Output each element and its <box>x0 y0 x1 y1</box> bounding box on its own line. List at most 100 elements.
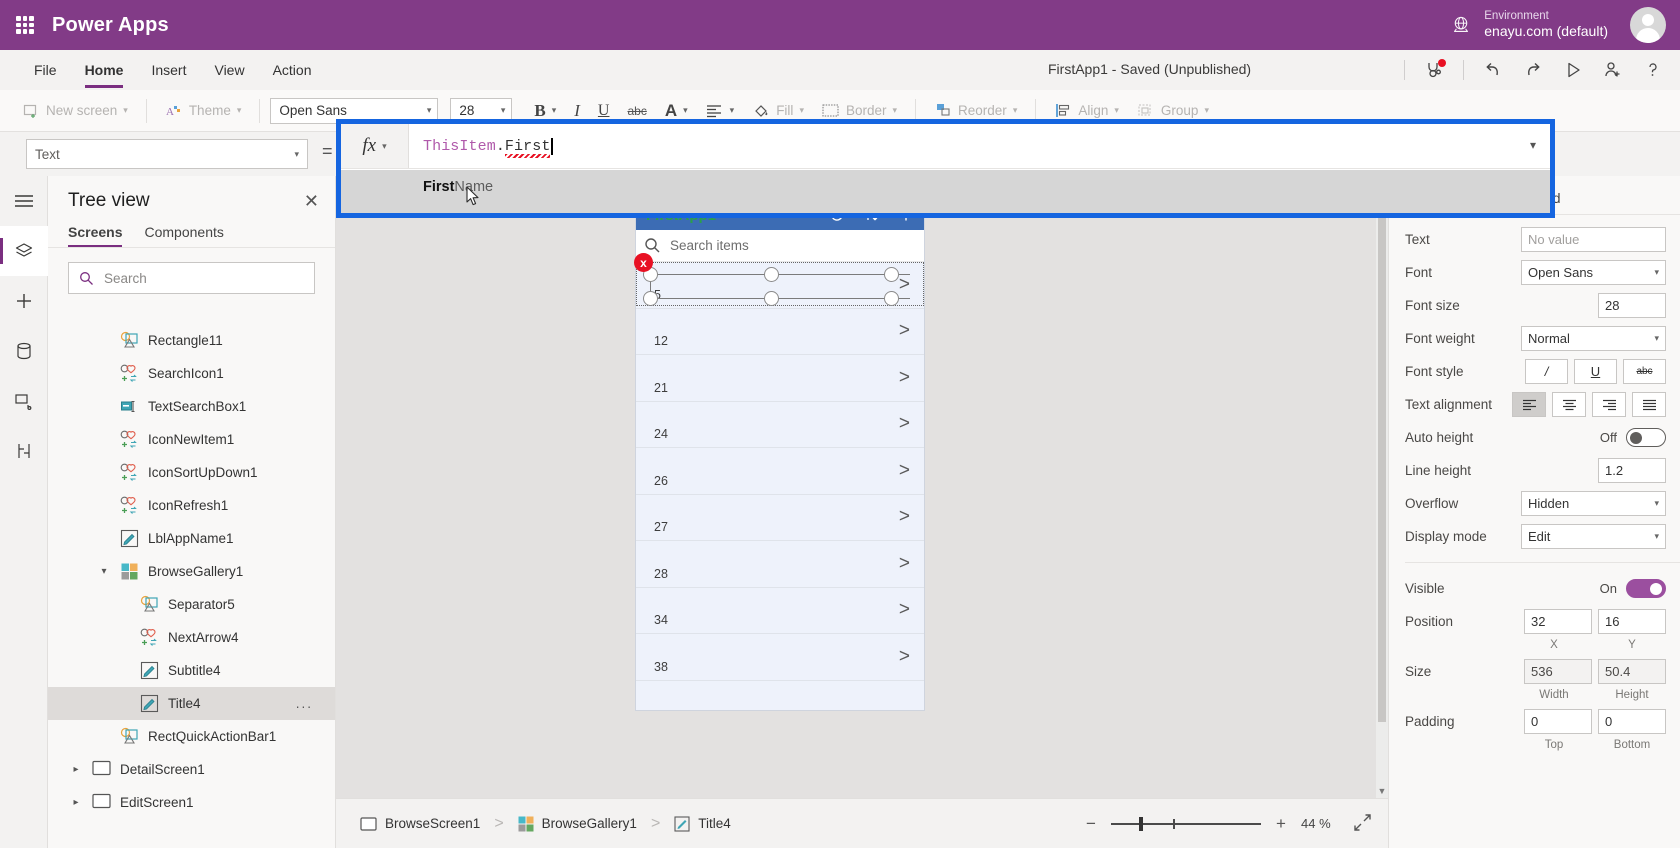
align-center-button[interactable] <box>1552 392 1586 417</box>
next-arrow-icon[interactable]: > <box>899 599 910 621</box>
next-arrow-icon[interactable]: > <box>899 506 910 528</box>
help-icon[interactable] <box>1634 54 1672 86</box>
scroll-down-arrow-icon[interactable]: ▼ <box>1376 786 1388 796</box>
tree-view-layers-icon[interactable] <box>0 226 48 276</box>
tree-item-nextarrow4[interactable]: NextArrow4 <box>48 621 335 654</box>
tree-item-lblappname1[interactable]: LblAppName1 <box>48 522 335 555</box>
phone-preview[interactable]: FirstApp1 <box>634 200 924 710</box>
gallery-row[interactable]: 24 > <box>636 402 924 448</box>
menu-home[interactable]: Home <box>73 56 136 88</box>
padding-top-field[interactable]: 0 <box>1524 709 1592 734</box>
gallery-search-box[interactable]: Search items <box>636 230 924 262</box>
gallery-row[interactable]: 26 > <box>636 448 924 495</box>
tree-item-title4[interactable]: Title4... <box>48 687 335 720</box>
scrollbar-thumb[interactable] <box>1378 192 1386 722</box>
breadcrumb-browsescreen1[interactable]: BrowseScreen1 <box>346 799 494 848</box>
tree-item-rectangle11[interactable]: Rectangle11 <box>48 324 335 357</box>
next-arrow-icon[interactable]: > <box>899 320 910 342</box>
menu-insert[interactable]: Insert <box>139 56 198 84</box>
share-user-icon[interactable] <box>1594 54 1632 86</box>
next-arrow-icon[interactable]: > <box>899 646 910 668</box>
gallery-row[interactable]: 27 > <box>636 495 924 541</box>
menu-view[interactable]: View <box>202 56 256 84</box>
undo-icon[interactable] <box>1474 54 1512 86</box>
tab-screens[interactable]: Screens <box>68 224 123 247</box>
tree-item-editscreen1[interactable]: ▸ EditScreen1 <box>48 786 335 819</box>
theme-button[interactable]: A Theme ▾ <box>157 98 250 124</box>
suggestion-firstname[interactable]: First Name <box>341 170 1550 204</box>
slider-thumb[interactable] <box>1139 816 1143 831</box>
formula-input[interactable]: ThisItem. First <box>409 124 1550 168</box>
tree-item-separator5[interactable]: Separator5 <box>48 588 335 621</box>
gallery-row[interactable]: 38 > <box>636 634 924 681</box>
tree-item-searchicon1[interactable]: SearchIcon1 <box>48 357 335 390</box>
text-value-field[interactable]: No value <box>1521 227 1666 252</box>
size-width-field[interactable]: 536 <box>1524 659 1592 684</box>
font-select[interactable]: Open Sans ▾ <box>1521 260 1666 285</box>
next-arrow-icon[interactable]: > <box>899 553 910 575</box>
formula-expand-chevron-icon[interactable]: ▾ <box>1530 138 1536 152</box>
redo-icon[interactable] <box>1514 54 1552 86</box>
tree-item-more-button[interactable]: ... <box>296 696 313 711</box>
breadcrumb-browsegallery1[interactable]: BrowseGallery1 <box>504 799 651 848</box>
tree-item-browsegallery1[interactable]: ▾ BrowseGallery1 <box>48 555 335 588</box>
auto-height-toggle[interactable] <box>1626 428 1666 447</box>
environment-area[interactable]: Environment enayu.com (default) <box>1450 7 1680 43</box>
data-cylinder-icon[interactable] <box>0 326 48 376</box>
font-size-field[interactable]: 28 <box>1598 293 1666 318</box>
tree-item-iconsortupdown1[interactable]: IconSortUpDown1 <box>48 456 335 489</box>
overflow-select[interactable]: Hidden ▾ <box>1521 491 1666 516</box>
position-y-field[interactable]: 16 <box>1598 609 1666 634</box>
media-icon[interactable] <box>0 376 48 426</box>
tree-item-detailscreen1[interactable]: ▸ DetailScreen1 <box>48 753 335 786</box>
tab-components[interactable]: Components <box>144 224 223 247</box>
property-select[interactable]: Text ▾ <box>26 139 308 169</box>
resize-handle[interactable] <box>643 291 658 306</box>
app-checker-icon[interactable] <box>1415 54 1453 86</box>
chevron-down-icon[interactable]: ▾ <box>98 566 110 577</box>
size-height-field[interactable]: 50.4 <box>1598 659 1666 684</box>
user-avatar-icon[interactable] <box>1630 7 1666 43</box>
insert-plus-icon[interactable] <box>0 276 48 326</box>
advanced-tools-icon[interactable] <box>0 426 48 476</box>
hamburger-menu-icon[interactable] <box>0 176 48 226</box>
resize-handle[interactable] <box>884 267 899 282</box>
align-left-button[interactable] <box>1512 392 1546 417</box>
fx-button[interactable]: fx ▾ <box>341 124 409 168</box>
zoom-slider[interactable] <box>1111 816 1261 832</box>
italic-toggle-button[interactable]: / <box>1525 359 1568 384</box>
menu-file[interactable]: File <box>22 56 69 84</box>
next-arrow-icon[interactable]: > <box>899 413 910 435</box>
align-right-button[interactable] <box>1592 392 1626 417</box>
menu-action[interactable]: Action <box>261 56 324 84</box>
gallery-row[interactable]: 34 > <box>636 588 924 634</box>
chevron-right-icon[interactable]: ▸ <box>70 764 82 775</box>
tree-item-iconrefresh1[interactable]: IconRefresh1 <box>48 489 335 522</box>
fit-to-screen-icon[interactable] <box>1353 813 1372 835</box>
gallery-row[interactable]: 21 > <box>636 355 924 402</box>
app-canvas[interactable]: FirstApp1 <box>336 176 1388 798</box>
font-weight-select[interactable]: Normal ▾ <box>1521 326 1666 351</box>
gallery-row[interactable]: 12 > <box>636 309 924 355</box>
tree-item-textsearchbox1[interactable]: TextSearchBox1 <box>48 390 335 423</box>
visible-toggle[interactable] <box>1626 579 1666 598</box>
error-badge[interactable]: x <box>634 253 653 272</box>
next-arrow-icon[interactable]: > <box>899 367 910 389</box>
resize-handle[interactable] <box>884 291 899 306</box>
tree-item-rectquickactionbar1[interactable]: RectQuickActionBar1 <box>48 720 335 753</box>
properties-scrollbar[interactable]: ▲ ▼ <box>1376 176 1388 798</box>
strikethrough-toggle-button[interactable]: abc <box>1623 359 1666 384</box>
position-x-field[interactable]: 32 <box>1524 609 1592 634</box>
zoom-out-button[interactable]: − <box>1083 814 1099 834</box>
new-screen-button[interactable]: New screen ▾ <box>14 98 136 124</box>
align-justify-button[interactable] <box>1632 392 1666 417</box>
gallery-row[interactable]: 28 > <box>636 541 924 588</box>
resize-handle[interactable] <box>764 267 779 282</box>
play-preview-icon[interactable] <box>1554 54 1592 86</box>
chevron-right-icon[interactable]: ▸ <box>70 797 82 808</box>
close-icon[interactable]: ✕ <box>304 192 319 210</box>
tree-item-subtitle4[interactable]: Subtitle4 <box>48 654 335 687</box>
resize-handle[interactable] <box>764 291 779 306</box>
line-height-field[interactable]: 1.2 <box>1598 458 1666 483</box>
breadcrumb-title4[interactable]: Title4 <box>660 799 745 848</box>
